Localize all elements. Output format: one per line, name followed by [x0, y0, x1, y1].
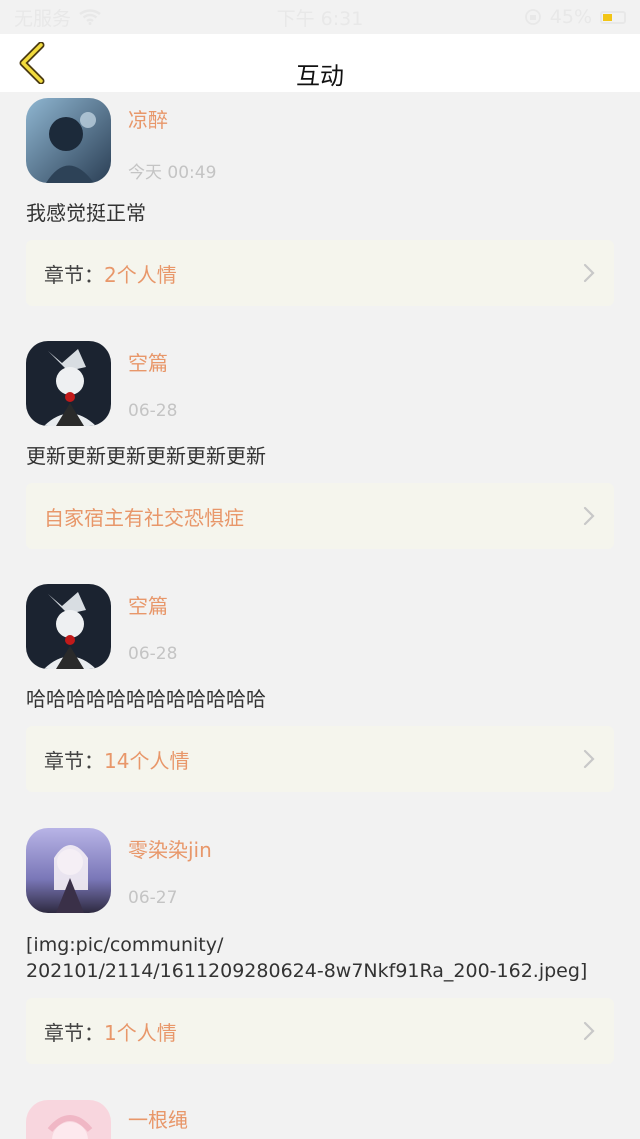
chevron-right-icon	[583, 263, 595, 283]
avatar[interactable]	[26, 1100, 111, 1139]
comment-text: 哈哈哈哈哈哈哈哈哈哈哈哈	[26, 687, 266, 711]
chapter-link[interactable]: 章节： 2个人情	[26, 240, 614, 306]
timestamp: 今天 00:49	[128, 163, 217, 183]
chevron-right-icon	[583, 506, 595, 526]
chapter-label: 章节：	[44, 748, 104, 773]
page-title: 互动	[296, 62, 344, 90]
username[interactable]: 零染染jin	[128, 834, 212, 863]
nav-bar: 互动	[0, 34, 640, 92]
chapter-value: 自家宿主有社交恐惧症	[44, 505, 244, 530]
avatar[interactable]	[26, 584, 111, 669]
comment-text: 我感觉挺正常	[26, 201, 146, 225]
chevron-right-icon	[583, 1021, 595, 1041]
chapter-label: 章节：	[44, 1020, 104, 1045]
avatar[interactable]	[26, 98, 111, 183]
chapter-link[interactable]: 自家宿主有社交恐惧症	[26, 483, 614, 549]
interaction-page: 无服务 下午 6:31 45% 互动 凉醉 今天 00:49 我感觉挺正常 章节…	[0, 0, 640, 1139]
timestamp: 06-28	[128, 401, 178, 421]
comment-text: [img:pic/community/ 202101/2114/16112092…	[26, 934, 588, 982]
username[interactable]: 一根绳	[128, 1104, 188, 1133]
username[interactable]: 凉醉	[128, 104, 168, 133]
comment-text: 更新更新更新更新更新更新	[26, 444, 266, 468]
username[interactable]: 空篇	[128, 590, 168, 619]
timestamp: 06-28	[128, 644, 178, 664]
chapter-label: 章节：	[44, 262, 104, 287]
avatar[interactable]	[26, 341, 111, 426]
chapter-value: 2个人情	[104, 262, 177, 287]
status-bar: 无服务 下午 6:31 45%	[0, 0, 640, 34]
chapter-value: 14个人情	[104, 748, 190, 773]
chevron-right-icon	[583, 749, 595, 769]
chapter-link[interactable]: 章节： 1个人情	[26, 998, 614, 1064]
timestamp: 06-27	[128, 888, 178, 908]
status-time: 下午 6:31	[276, 7, 364, 30]
avatar[interactable]	[26, 828, 111, 913]
username[interactable]: 空篇	[128, 347, 168, 376]
battery-fill	[603, 13, 612, 21]
chapter-value: 1个人情	[104, 1020, 177, 1045]
chapter-link[interactable]: 章节： 14个人情	[26, 726, 614, 792]
battery-icon	[600, 10, 626, 24]
